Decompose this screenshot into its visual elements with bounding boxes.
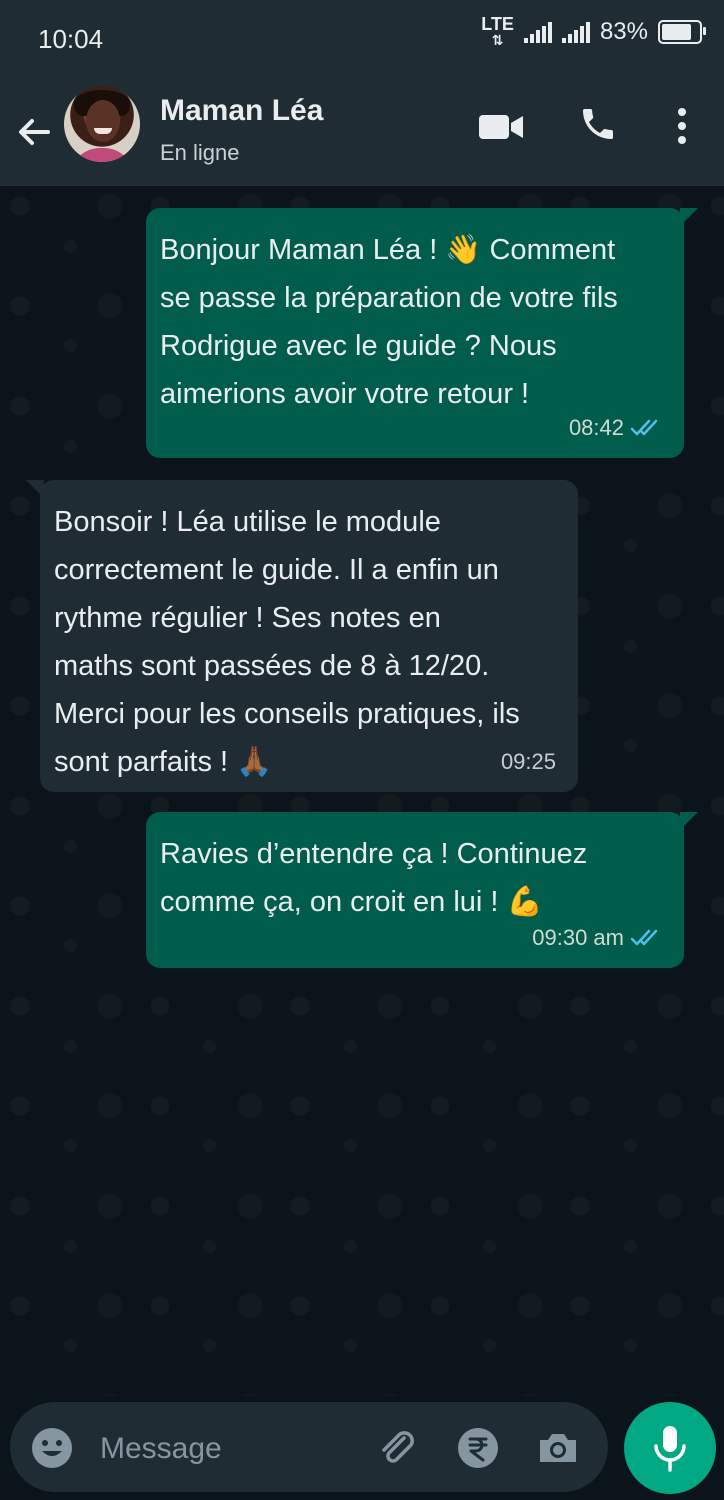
message-bubble-outgoing[interactable]: Bonjour Maman Léa ! 👋 Comment se passe l… [146,208,698,458]
message-text: Bonsoir ! Léa utilise le module correcte… [54,506,520,778]
emoji-icon [32,1428,72,1468]
message-time: 09:30 am [532,925,624,950]
contact-name[interactable]: Maman Léa [160,94,323,128]
battery-fill [662,24,691,40]
signal-icon [523,21,552,43]
battery-icon [658,20,706,44]
chat-area[interactable]: Bonjour Maman Léa ! 👋 Comment se passe l… [0,186,724,1396]
battery-percent: 83% [599,18,648,45]
contact-status: En ligne [160,140,240,165]
voice-call-button[interactable] [578,104,618,149]
double-check-read-icon [630,929,658,946]
chat-header: Maman Léa En ligne [0,76,724,186]
message-text: Bonjour Maman Léa ! 👋 Comment se passe l… [160,234,618,410]
voice-call-icon [583,109,613,139]
message-meta: 08:42 [569,404,662,452]
message-bubble-incoming[interactable]: Bonsoir ! Léa utilise le module correcte… [26,480,578,792]
message-meta: 09:30 am [532,914,662,962]
status-bar: 10:04 LTE ⇅ 83% [0,0,724,76]
message-compose-bar [10,1402,608,1492]
more-options-button[interactable] [670,106,694,151]
message-meta: 09:25 [501,738,556,786]
microphone-icon [654,1426,686,1472]
network-indicator: LTE ⇅ [481,14,514,48]
more-options-icon [678,108,686,144]
message-bubble-outgoing[interactable]: Ravies d’entendre ça ! Continuez comme ç… [146,812,698,968]
data-arrows-icon: ⇅ [491,32,504,48]
voice-message-button[interactable] [624,1402,716,1494]
payment-button[interactable] [456,1426,500,1475]
attach-icon [382,1431,414,1463]
rupee-payment-icon [458,1428,498,1468]
message-text: Ravies d’entendre ça ! Continuez comme ç… [160,838,588,918]
message-time: 08:42 [568,415,624,440]
video-call-button[interactable] [478,112,524,147]
double-check-read-icon [630,419,658,436]
status-indicators: LTE ⇅ 83% [481,14,706,48]
status-time: 10:04 [38,24,104,54]
message-time: 09:25 [500,749,556,774]
signal-icon [561,21,590,43]
message-input[interactable] [98,1426,362,1472]
attach-button[interactable] [374,1424,418,1473]
network-label: LTE [481,14,514,34]
back-arrow-icon [19,119,50,145]
camera-button[interactable] [536,1426,580,1475]
avatar[interactable] [64,86,140,162]
back-button[interactable] [14,112,54,152]
video-call-icon [479,115,523,139]
emoji-button[interactable] [30,1426,74,1475]
camera-icon [540,1434,576,1462]
